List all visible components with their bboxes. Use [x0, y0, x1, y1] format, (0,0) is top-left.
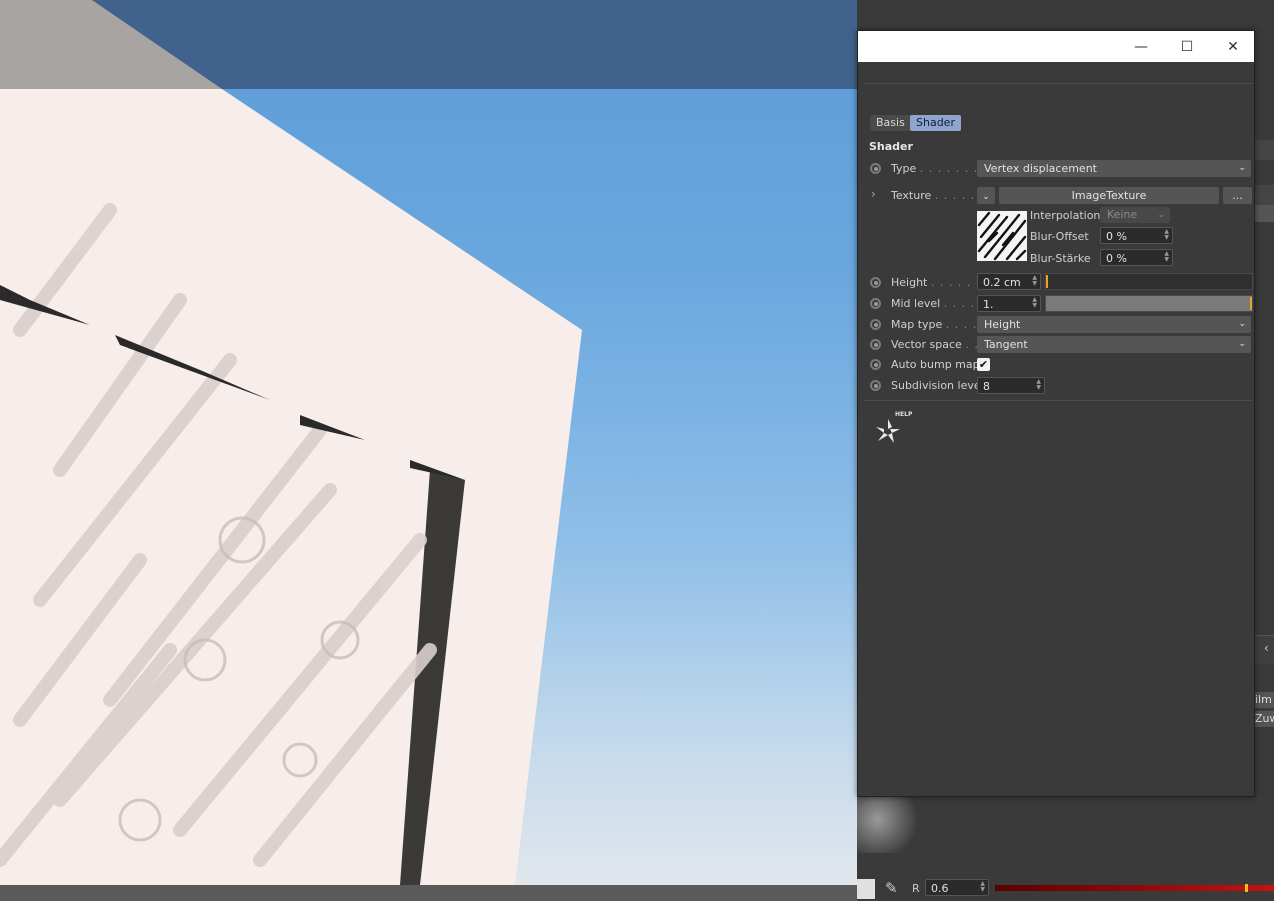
bg-top-bar — [857, 0, 1274, 30]
zuweisen-button[interactable]: Zuwe — [1255, 711, 1274, 727]
texture-menu-button[interactable]: ⌄ — [977, 187, 995, 204]
auto-bump-checkbox[interactable]: ✔ — [977, 358, 990, 371]
blur-staerke-field[interactable]: 0 % ▲ ▼ — [1100, 249, 1173, 266]
height-slider-handle[interactable] — [1046, 275, 1048, 288]
maximize-icon: ☐ — [1180, 38, 1194, 55]
tab-basis[interactable]: Basis — [870, 115, 911, 131]
bg-strip: ‹ — [1255, 635, 1274, 664]
tab-basis-label: Basis — [876, 116, 905, 129]
divider — [865, 400, 1252, 401]
tab-shader[interactable]: Shader — [910, 115, 961, 131]
vector-space-value: Tangent — [984, 338, 1028, 351]
mid-level-slider[interactable] — [1045, 295, 1253, 312]
blur-offset-field[interactable]: 0 % ▲ ▼ — [1100, 227, 1173, 244]
chevron-down-icon: ⌄ — [982, 192, 990, 202]
chevron-down-icon: ⌄ — [1238, 339, 1246, 349]
chevron-down-icon: ⌄ — [1238, 163, 1246, 173]
spinner-icon[interactable]: ▲ ▼ — [1164, 229, 1169, 241]
map-type-value: Height — [984, 318, 1021, 331]
mid-level-field[interactable]: 1. ▲ ▼ — [977, 295, 1041, 312]
interpolation-value: Keine — [1107, 208, 1138, 221]
mid-level-value: 1. — [983, 298, 994, 311]
map-type-animate-toggle[interactable] — [870, 319, 881, 330]
vector-space-dropdown[interactable]: Tangent ⌄ — [977, 336, 1251, 353]
mid-level-animate-toggle[interactable] — [870, 298, 881, 309]
bg-strip — [1255, 205, 1274, 222]
red-slider[interactable] — [995, 884, 1274, 892]
height-slider[interactable] — [1045, 273, 1253, 290]
color-swatch[interactable] — [857, 879, 875, 899]
arrow-left-icon[interactable]: ‹ — [1264, 641, 1269, 655]
chevron-right-icon[interactable]: › — [871, 187, 876, 201]
window-titlebar[interactable]: — ☐ ✕ — [858, 31, 1254, 62]
texture-value: ImageTexture — [1071, 189, 1147, 202]
film-label: ilm — [1255, 693, 1272, 706]
red-value-field[interactable]: 0.6 ▲ ▼ — [925, 879, 989, 896]
map-type-dropdown[interactable]: Height ⌄ — [977, 316, 1251, 333]
eyedropper-icon[interactable]: ✎ — [885, 879, 898, 897]
render-viewport[interactable] — [0, 0, 857, 901]
interpolation-dropdown[interactable]: Keine ⌄ — [1100, 207, 1170, 223]
spinner-icon[interactable]: ▲ ▼ — [1036, 379, 1041, 391]
height-field[interactable]: 0.2 cm ▲ ▼ — [977, 273, 1041, 290]
blur-offset-value: 0 % — [1106, 230, 1127, 243]
map-type-label: Map type . . . . — [891, 318, 978, 331]
texture-more-button[interactable]: ... — [1223, 187, 1252, 204]
spinner-icon[interactable]: ▲ ▼ — [1032, 275, 1037, 287]
shader-attribute-window: — ☐ ✕ Basis Shader Shader Type . . . . .… — [857, 30, 1255, 797]
blur-staerke-value: 0 % — [1106, 252, 1127, 265]
red-value: 0.6 — [931, 882, 949, 895]
tab-shader-label: Shader — [916, 116, 955, 129]
height-label: Height . . . . . . — [891, 276, 981, 289]
texture-label: Texture . . . . . . — [891, 189, 985, 202]
type-value: Vertex displacement — [984, 162, 1097, 175]
subdivision-value: 8 — [983, 380, 990, 393]
auto-bump-label: Auto bump map — [891, 358, 980, 371]
type-dropdown[interactable]: Vertex displacement ⌄ — [977, 160, 1251, 177]
blur-staerke-label: Blur-Stärke — [1030, 252, 1091, 265]
spinner-icon[interactable]: ▲ ▼ — [1164, 251, 1169, 263]
minimize-button[interactable]: — — [1118, 31, 1164, 62]
spinner-icon[interactable]: ▲ ▼ — [980, 881, 985, 893]
maximize-button[interactable]: ☐ — [1164, 31, 1210, 62]
height-value: 0.2 cm — [983, 276, 1021, 289]
minimize-icon: — — [1134, 38, 1148, 55]
channel-label: R — [912, 882, 920, 895]
section-title: Shader — [869, 140, 913, 153]
close-button[interactable]: ✕ — [1210, 31, 1256, 62]
color-bar: ✎ R 0.6 ▲ ▼ — [857, 876, 1274, 901]
vector-space-label: Vector space . . — [891, 338, 979, 351]
vector-space-animate-toggle[interactable] — [870, 339, 881, 350]
bg-strip — [1255, 140, 1274, 160]
close-icon: ✕ — [1227, 38, 1239, 55]
spinner-icon[interactable]: ▲ ▼ — [1032, 297, 1037, 309]
checkmark-icon: ✔ — [978, 358, 989, 371]
bg-strip — [1255, 185, 1274, 205]
mid-level-slider-handle[interactable] — [1250, 297, 1252, 310]
subdivision-animate-toggle[interactable] — [870, 380, 881, 391]
type-label: Type . . . . . . . . — [891, 162, 988, 175]
subdivision-label: Subdivision level — [891, 379, 984, 392]
type-animate-toggle[interactable] — [870, 163, 881, 174]
interpolation-label: Interpolation — [1030, 209, 1101, 222]
chevron-down-icon: ⌄ — [1157, 210, 1165, 220]
more-icon: ... — [1232, 189, 1243, 202]
image-texture-button[interactable]: ImageTexture — [999, 187, 1219, 204]
octane-help-icon — [876, 419, 900, 443]
render-image — [0, 0, 857, 901]
mid-level-label: Mid level . . . . . — [891, 297, 985, 310]
auto-bump-animate-toggle[interactable] — [870, 359, 881, 370]
zuweisen-label: Zuwe — [1255, 712, 1274, 725]
material-preview[interactable] — [857, 797, 925, 853]
chevron-down-icon: ⌄ — [1238, 319, 1246, 329]
help-button[interactable]: HELP — [874, 411, 919, 447]
mid-level-slider-fill — [1046, 296, 1252, 311]
subdivision-field[interactable]: 8 ▲ ▼ — [977, 377, 1045, 394]
blur-offset-label: Blur-Offset — [1030, 230, 1089, 243]
film-button[interactable]: ilm — [1255, 692, 1274, 708]
red-slider-handle[interactable] — [1245, 884, 1248, 892]
height-animate-toggle[interactable] — [870, 277, 881, 288]
texture-thumbnail[interactable] — [977, 211, 1027, 261]
divider — [865, 83, 1252, 84]
